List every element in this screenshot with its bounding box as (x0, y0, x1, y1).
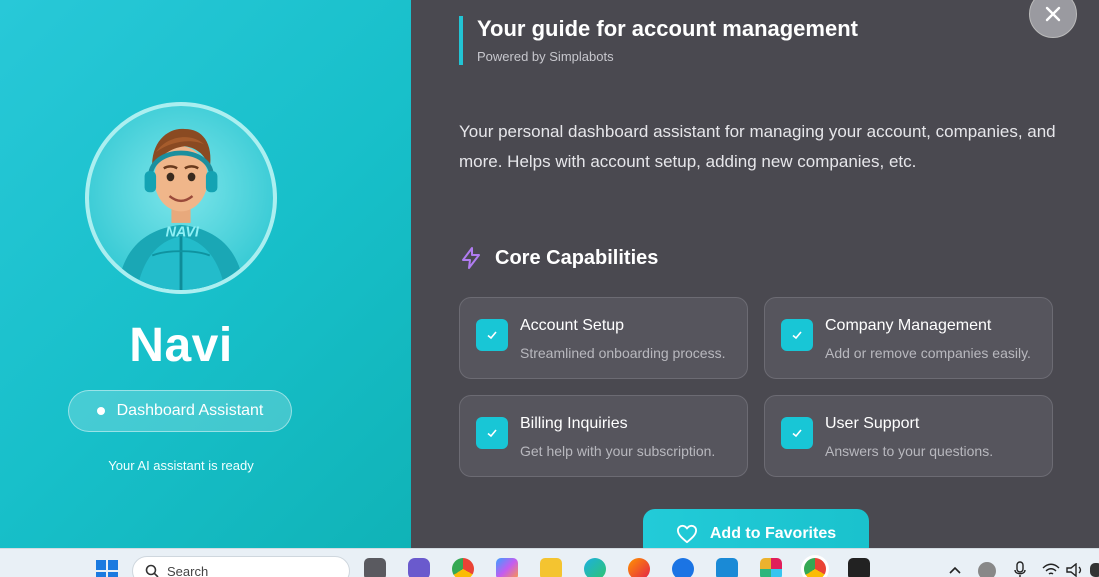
heart-icon (676, 524, 697, 544)
header: Your guide for account management Powere… (459, 16, 858, 65)
messenger-icon[interactable] (672, 558, 694, 577)
cloud-sync-icon[interactable] (978, 562, 996, 577)
close-icon (1045, 6, 1061, 22)
edge-icon[interactable] (584, 558, 606, 577)
role-label: Dashboard Assistant (116, 402, 264, 419)
capability-title: Account Setup (520, 317, 625, 334)
teams-icon[interactable] (408, 558, 430, 577)
windows-start-icon[interactable] (96, 560, 118, 577)
app-icon[interactable] (848, 558, 870, 577)
app-icon[interactable] (716, 558, 738, 577)
capability-description: Answers to your questions. (825, 443, 994, 459)
assistant-description: Your personal dashboard assistant for ma… (459, 122, 1056, 171)
add-to-favorites-label: Add to Favorites (709, 525, 837, 542)
firefox-icon[interactable] (628, 558, 650, 577)
check-icon (781, 417, 813, 449)
wifi-icon[interactable] (1042, 563, 1060, 577)
volume-icon[interactable] (1066, 563, 1084, 577)
capability-title: User Support (825, 415, 920, 432)
taskbar-search-box[interactable]: Search (132, 556, 350, 577)
capability-card: Billing Inquiries Get help with your sub… (459, 395, 748, 477)
chrome-profile-icon[interactable] (804, 558, 826, 577)
search-icon (145, 564, 159, 577)
lightning-icon (462, 247, 480, 269)
capability-description: Streamlined onboarding process. (520, 345, 726, 361)
assistant-profile-panel: NAVI Navi Dashboard Assistant Your AI as… (0, 0, 411, 548)
capability-title: Billing Inquiries (520, 415, 628, 432)
check-icon (476, 319, 508, 351)
chevron-up-icon[interactable] (948, 565, 962, 575)
assistant-details-panel: Your guide for account management Powere… (411, 0, 1099, 559)
check-icon (781, 319, 813, 351)
capability-description: Add or remove companies easily. (825, 345, 1031, 361)
status-dot-icon (96, 407, 105, 415)
close-button[interactable] (1029, 0, 1077, 38)
slack-icon[interactable] (760, 558, 782, 577)
svg-text:NAVI: NAVI (166, 224, 200, 240)
check-icon (476, 417, 508, 449)
capability-description: Get help with your subscription. (520, 443, 716, 459)
role-badge: Dashboard Assistant (68, 390, 292, 432)
status-text: Your AI assistant is ready (108, 458, 254, 473)
task-view-icon[interactable] (364, 558, 386, 577)
assistant-name: Navi (129, 319, 233, 372)
capabilities-title: Core Capabilities (495, 246, 659, 269)
copilot-icon[interactable] (496, 558, 518, 577)
page-title: Your guide for account management (477, 16, 858, 41)
microphone-icon[interactable] (1014, 561, 1026, 577)
taskbar: Search (0, 548, 1099, 577)
capabilities-heading: Core Capabilities (459, 246, 658, 270)
capability-card: User Support Answers to your questions. (764, 395, 1053, 477)
capability-card: Account Setup Streamlined onboarding pro… (459, 297, 748, 379)
powered-by-text: Powered by Simplabots (477, 49, 614, 64)
avatar: NAVI (85, 102, 277, 294)
battery-icon[interactable] (1090, 563, 1099, 577)
capability-card: Company Management Add or remove compani… (764, 297, 1053, 379)
chrome-icon[interactable] (452, 558, 474, 577)
avatar-illustration: NAVI (117, 128, 245, 290)
file-explorer-icon[interactable] (540, 558, 562, 577)
search-placeholder: Search (167, 564, 209, 577)
capability-title: Company Management (825, 317, 992, 334)
